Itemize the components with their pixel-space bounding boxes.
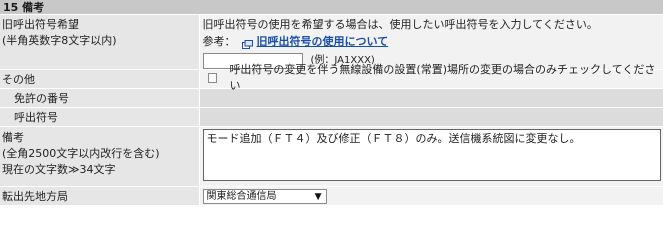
remarks-section: 15 備考 旧呼出符号希望 (半角英数字8文字以内) 旧呼出符号の使用を希望する… [0,0,663,206]
transfer-bureau-label: 転出先地方局 [0,186,199,206]
callsign-value [198,107,663,127]
section-title: 15 備考 [0,0,663,15]
old-callsign-label-line2: (半角英数字8文字以内) [2,34,117,47]
old-callsign-label: 旧呼出符号希望 (半角英数字8文字以内) [0,15,199,70]
transfer-bureau-select[interactable]: 関東総合通信局 ▼ [202,189,327,204]
old-callsign-instruction: 旧呼出符号の使用を希望する場合は、使用したい呼出符号を入力してください。 [202,18,598,31]
remarks-label-line1: 備考 [2,131,24,144]
remarks-form: 旧呼出符号希望 (半角英数字8文字以内) 旧呼出符号の使用を希望する場合は、使用… [0,15,663,206]
relocation-check-line: 呼出符号の変更を伴う無線設備の設置(常置)場所の変更の場合のみチェックしてくださ… [203,63,663,92]
chevron-down-icon: ▼ [314,192,322,202]
row-callsign: 呼出符号 [0,107,663,127]
reference-line: 参考： 旧呼出符号の使用について [203,34,663,50]
relocation-checkbox[interactable] [207,73,218,83]
external-link-icon [241,38,253,49]
license-number-label: 免許の番号 [0,88,199,108]
remarks-char-count: 現在の文字数≫34文字 [2,163,116,176]
relocation-checkbox-label: 呼出符号の変更を伴う無線設備の設置(常置)場所の変更の場合のみチェックしてくださ… [229,63,656,92]
remarks-label-line2: (全角2500文字以内改行を含む) [2,147,160,160]
remarks-label: 備考 (全角2500文字以内改行を含む) 現在の文字数≫34文字 [0,126,199,187]
callsign-label: 呼出符号 [0,107,199,127]
other-value: 呼出符号の変更を伴う無線設備の設置(常置)場所の変更の場合のみチェックしてくださ… [198,63,663,92]
transfer-bureau-selected: 関東総合通信局 [206,191,277,202]
reference-prefix: 参考： [202,35,236,48]
row-remarks: 備考 (全角2500文字以内改行を含む) 現在の文字数≫34文字 モード追加（Ｆ… [0,126,663,187]
remarks-textarea[interactable]: モード追加（ＦＴ４）及び修正（ＦＴ８）のみ。送信機系統図に変更なし。 [202,129,661,181]
old-callsign-label-line1: 旧呼出符号希望 [2,18,79,31]
transfer-bureau-value: 関東総合通信局 ▼ [198,186,663,206]
other-label: その他 [0,69,199,89]
old-callsign-usage-link[interactable]: 旧呼出符号の使用について [257,34,389,50]
remarks-value: モード追加（ＦＴ４）及び修正（ＦＴ８）のみ。送信機系統図に変更なし。 [198,126,663,187]
row-transfer-bureau: 転出先地方局 関東総合通信局 ▼ [0,186,663,206]
row-other: その他 呼出符号の変更を伴う無線設備の設置(常置)場所の変更の場合のみチェックし… [0,63,663,92]
